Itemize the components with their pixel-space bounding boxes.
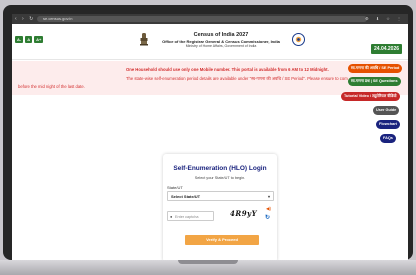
browser-tool-icons[interactable]: ⚙ ⬇ ☆ ⋮ xyxy=(365,16,404,21)
laptop-frame: ‹ › ↻ se.census.gov.in ⚙ ⬇ ☆ ⋮ A- A A+ C… xyxy=(0,0,416,275)
font-normal-button[interactable]: A xyxy=(25,36,33,43)
header-titles: Census of India 2027 Office of the Regis… xyxy=(152,32,290,48)
verify-proceed-button[interactable]: Verify & Proceed xyxy=(185,235,259,245)
se-questions-button[interactable]: स्व-गणना प्रश्न | SE Questions xyxy=(348,77,401,86)
state-select[interactable]: Select State/UT ▾ xyxy=(167,191,274,201)
browser-nav-icons[interactable]: ‹ › ↻ xyxy=(15,16,35,22)
notice-line-deadline: before the mid night of the last date. xyxy=(18,84,85,89)
browser-toolbar: ‹ › ↻ se.census.gov.in ⚙ ⬇ ☆ ⋮ xyxy=(12,14,408,24)
browser-window: ‹ › ↻ se.census.gov.in ⚙ ⬇ ☆ ⋮ A- A A+ C… xyxy=(12,14,408,261)
audio-captcha-icon[interactable]: ◀) xyxy=(266,206,271,212)
laptop-bezel: ‹ › ↻ se.census.gov.in ⚙ ⬇ ☆ ⋮ A- A A+ C… xyxy=(3,5,413,261)
date-badge: 24.04.2026 xyxy=(371,44,403,54)
user-guide-button[interactable]: User Guide xyxy=(373,106,400,115)
login-card: Self-Enumeration (HLO) Login Select your… xyxy=(163,154,277,261)
captcha-input[interactable]: ● Enter captcha xyxy=(167,211,214,221)
notice-line-mobile: One Household should use only one Mobile… xyxy=(126,67,329,72)
captcha-placeholder: Enter captcha xyxy=(175,215,199,219)
font-decrease-button[interactable]: A- xyxy=(15,36,24,43)
national-emblem-icon xyxy=(140,33,148,46)
tutorial-video-button[interactable]: Tutorial Video / ट्यूटोरियल वीडियो xyxy=(341,92,400,101)
state-select-value: Select State/UT xyxy=(171,194,201,199)
key-icon: ● xyxy=(170,214,173,219)
refresh-captcha-icon[interactable]: ↻ xyxy=(265,214,270,221)
notice-line-se-period: The state-wise self-enumeration period d… xyxy=(126,76,348,81)
flowchart-button[interactable]: Flowchart xyxy=(376,120,400,129)
captcha-image: 4R9yY xyxy=(230,209,258,218)
ministry-name: Ministry of Home Affairs, Government of … xyxy=(185,43,257,48)
login-subtitle: Select your State/UT to begin. xyxy=(194,176,246,180)
census-logo-icon xyxy=(292,33,305,46)
faqs-button[interactable]: FAQs xyxy=(380,134,396,143)
laptop-base xyxy=(0,260,416,275)
font-increase-button[interactable]: A+ xyxy=(34,36,44,43)
se-period-button[interactable]: स्व-गणना की अवधि / SE Period xyxy=(348,64,403,73)
address-bar[interactable]: se.census.gov.in xyxy=(37,16,367,22)
state-label: State/UT xyxy=(167,185,183,190)
laptop-notch xyxy=(178,260,238,264)
chevron-down-icon: ▾ xyxy=(267,194,270,199)
page-title: Census of India 2027 xyxy=(193,32,249,38)
font-size-controls: A- A A+ xyxy=(15,36,44,43)
login-title: Self-Enumeration (HLO) Login xyxy=(173,165,267,172)
